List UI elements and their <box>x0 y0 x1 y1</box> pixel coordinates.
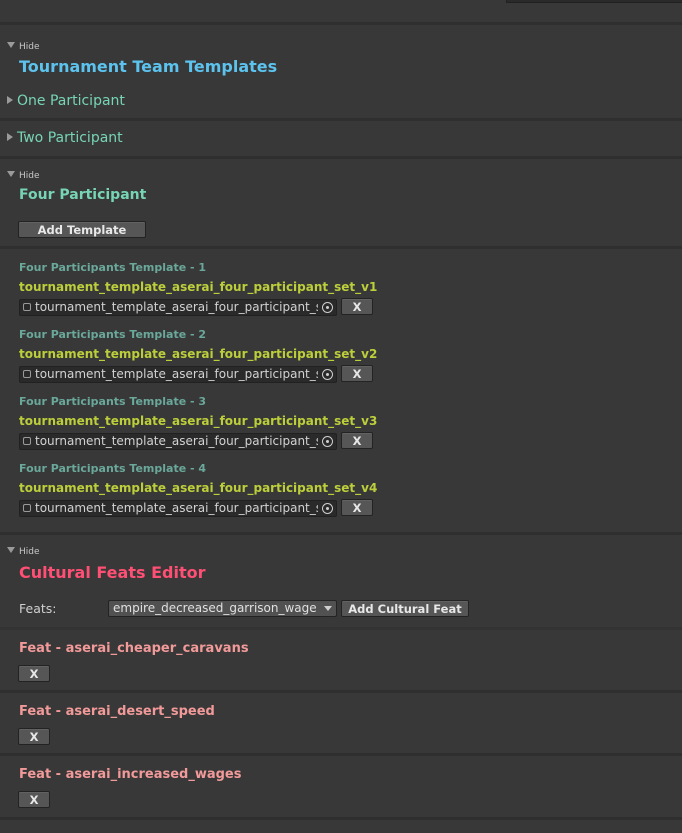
template-name: tournament_template_aserai_four_particip… <box>19 414 378 428</box>
triangle-right-icon <box>7 133 13 141</box>
foldout-one-participant[interactable]: One Participant <box>7 93 125 109</box>
feat-title: Feat - aserai_desert_speed <box>19 704 215 719</box>
section-title-team-templates: Tournament Team Templates <box>19 57 278 76</box>
separator <box>0 246 682 249</box>
remove-template-button[interactable]: X <box>341 298 373 315</box>
separator <box>0 627 682 630</box>
remove-template-button[interactable]: X <box>341 365 373 382</box>
template-name: tournament_template_aserai_four_particip… <box>19 347 378 361</box>
separator <box>0 118 682 121</box>
separator <box>0 690 682 693</box>
remove-feat-button[interactable]: X <box>18 728 50 745</box>
separator <box>0 753 682 756</box>
object-picker-icon[interactable] <box>322 369 333 380</box>
add-cultural-feat-button[interactable]: Add Cultural Feat <box>341 600 469 617</box>
feats-label: Feats: <box>19 601 57 616</box>
hide-toggle-team-templates[interactable]: Hide <box>7 41 40 53</box>
hide-toggle-four-participant[interactable]: Hide <box>7 170 40 182</box>
asset-icon <box>23 437 31 445</box>
template-name: tournament_template_aserai_four_particip… <box>19 481 378 495</box>
section-title-four-participant: Four Participant <box>19 187 147 203</box>
remove-template-button[interactable]: X <box>341 499 373 516</box>
feats-dropdown[interactable]: empire_decreased_garrison_wage <box>108 600 337 617</box>
template-object-field[interactable]: tournament_template_aserai_four_particip… <box>19 366 337 383</box>
triangle-down-icon <box>7 547 15 553</box>
feat-title: Feat - aserai_cheaper_caravans <box>19 641 249 656</box>
feat-title: Feat - aserai_increased_wages <box>19 767 242 782</box>
remove-feat-button[interactable]: X <box>18 791 50 808</box>
top-partial-field[interactable] <box>506 0 682 3</box>
asset-icon <box>23 504 31 512</box>
template-object-field[interactable]: tournament_template_aserai_four_particip… <box>19 433 337 450</box>
asset-icon <box>23 370 31 378</box>
object-picker-icon[interactable] <box>322 436 333 447</box>
object-picker-icon[interactable] <box>322 503 333 514</box>
template-object-field[interactable]: tournament_template_aserai_four_particip… <box>19 299 337 316</box>
template-object-field[interactable]: tournament_template_aserai_four_particip… <box>19 500 337 517</box>
remove-template-button[interactable]: X <box>341 432 373 449</box>
hide-toggle-cultural-feats[interactable]: Hide <box>7 546 40 558</box>
triangle-down-icon <box>7 42 15 48</box>
separator <box>0 22 682 25</box>
separator <box>0 156 682 159</box>
asset-icon <box>23 303 31 311</box>
remove-feat-button[interactable]: X <box>18 665 50 682</box>
section-title-cultural-feats: Cultural Feats Editor <box>19 563 206 582</box>
template-name: tournament_template_aserai_four_particip… <box>19 280 378 294</box>
object-picker-icon[interactable] <box>322 302 333 313</box>
triangle-down-icon <box>7 171 15 177</box>
triangle-right-icon <box>7 96 13 104</box>
template-label: Four Participants Template - 4 <box>19 462 207 475</box>
template-label: Four Participants Template - 1 <box>19 261 207 274</box>
template-label: Four Participants Template - 2 <box>19 328 207 341</box>
foldout-two-participant[interactable]: Two Participant <box>7 130 123 146</box>
separator <box>0 817 682 820</box>
chevron-down-icon <box>324 606 332 611</box>
template-label: Four Participants Template - 3 <box>19 395 207 408</box>
add-template-button[interactable]: Add Template <box>18 221 146 238</box>
separator <box>0 532 682 535</box>
